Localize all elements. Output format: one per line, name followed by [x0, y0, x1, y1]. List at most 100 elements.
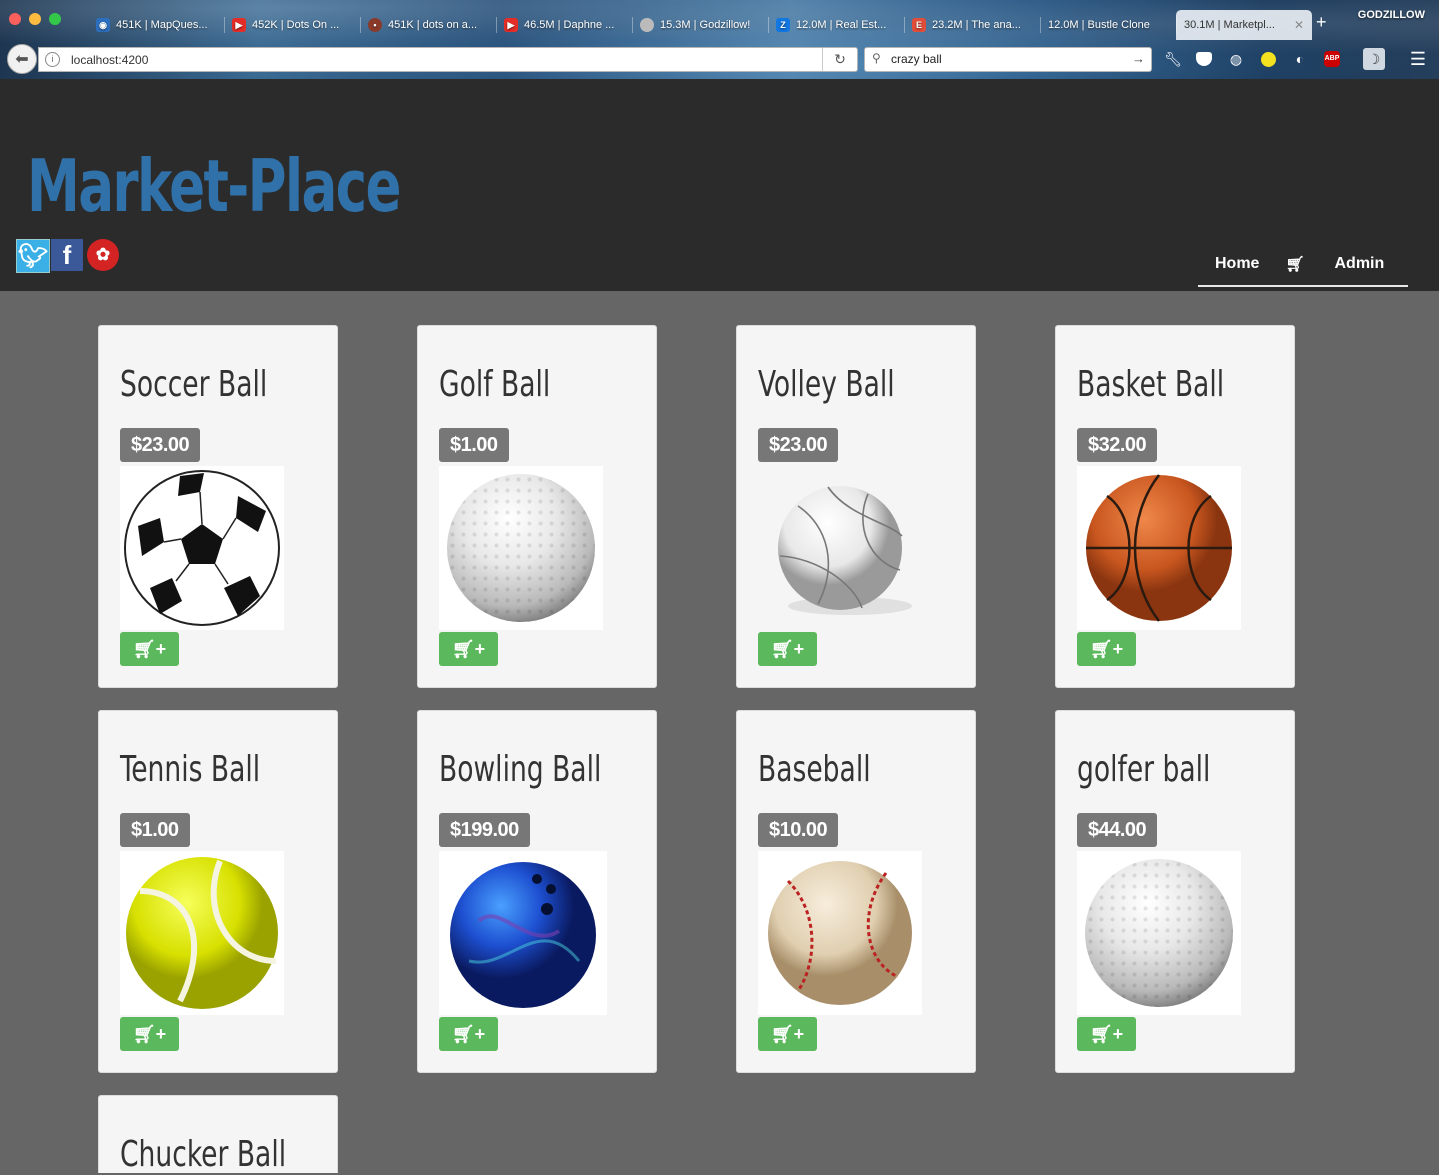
- product-name: Soccer Ball: [120, 364, 268, 405]
- moon-extension-icon[interactable]: ◐: [1289, 48, 1311, 70]
- product-name: Baseball: [758, 749, 871, 790]
- back-arrow-icon: ⬅: [15, 51, 29, 68]
- nav-admin[interactable]: Admin: [1335, 255, 1385, 273]
- product-name: Bowling Ball: [439, 749, 602, 790]
- adblock-icon[interactable]: ABP: [1321, 48, 1343, 70]
- globe-icon[interactable]: ◍: [1225, 48, 1247, 70]
- soccer-ball-image: [120, 466, 284, 630]
- cart-plus-icon: 🛒︎+: [451, 639, 486, 659]
- wrench-icon[interactable]: 🔧︎: [1162, 48, 1184, 70]
- browser-tab[interactable]: E 23.2M | The ana...: [904, 10, 1040, 40]
- ladybug-icon: •: [368, 18, 382, 32]
- site-title[interactable]: Market-Place: [27, 144, 402, 228]
- zoom-window-button[interactable]: [49, 13, 61, 25]
- address-bar[interactable]: i localhost:4200 ↻: [38, 47, 858, 72]
- add-to-cart-button[interactable]: 🛒︎+: [1077, 632, 1136, 666]
- product-name: Chucker Ball: [120, 1134, 287, 1175]
- product-name: Golf Ball: [439, 364, 551, 405]
- product-card: Baseball $10.00 🛒︎+: [736, 710, 976, 1073]
- cart-plus-icon: 🛒︎+: [132, 1024, 167, 1044]
- search-input[interactable]: [889, 51, 1123, 67]
- product-name: Basket Ball: [1077, 364, 1225, 405]
- close-tab-icon[interactable]: ✕: [1294, 18, 1304, 32]
- browser-tab[interactable]: ◉ 451K | MapQues...: [88, 10, 224, 40]
- nav-home[interactable]: Home: [1215, 255, 1259, 273]
- golf-ball-image: [439, 466, 603, 630]
- profile-name[interactable]: GODZILLOW: [1358, 9, 1425, 21]
- product-card: Basket Ball $32.00 🛒︎+: [1055, 325, 1295, 688]
- browser-tab[interactable]: ▶ 452K | Dots On ...: [224, 10, 360, 40]
- yelp-icon[interactable]: ✿: [87, 239, 119, 271]
- price-badge: $32.00: [1077, 428, 1158, 462]
- browser-chrome: ◉ 451K | MapQues... ▶ 452K | Dots On ... •…: [0, 0, 1439, 79]
- reload-icon[interactable]: ↻: [822, 48, 857, 71]
- mapquest-icon: ◉: [96, 18, 110, 32]
- tennis-ball-image: [120, 851, 284, 1015]
- product-name: golfer ball: [1077, 749, 1211, 790]
- search-bar[interactable]: ⚲ →: [864, 47, 1152, 72]
- tab-title: 451K | dots on a...: [388, 19, 478, 31]
- product-card: Soccer Ball $23.00 🛒︎+: [98, 325, 338, 688]
- price-badge: $23.00: [758, 428, 839, 462]
- facebook-icon[interactable]: f: [51, 239, 83, 271]
- volleyball-image: [758, 466, 922, 630]
- basketball-image: [1077, 466, 1241, 630]
- product-name: Tennis Ball: [120, 749, 261, 790]
- browser-tab[interactable]: • 451K | dots on a...: [360, 10, 496, 40]
- browser-tab[interactable]: Z 12.0M | Real Est...: [768, 10, 904, 40]
- cart-plus-icon: 🛒︎+: [1089, 639, 1124, 659]
- tab-title: 15.3M | Godzillow!: [660, 19, 751, 31]
- tab-title: 46.5M | Daphne ...: [524, 19, 615, 31]
- add-to-cart-button[interactable]: 🛒︎+: [1077, 1017, 1136, 1051]
- tab-title: 12.0M | Real Est...: [796, 19, 887, 31]
- add-to-cart-button[interactable]: 🛒︎+: [439, 632, 498, 666]
- twitter-icon[interactable]: 🐦︎: [16, 239, 50, 273]
- baseball-image: [758, 851, 922, 1015]
- golf-ball-image: [1077, 851, 1241, 1015]
- price-badge: $44.00: [1077, 813, 1158, 847]
- cart-icon[interactable]: 🛒︎: [1285, 255, 1304, 273]
- cart-plus-icon: 🛒︎+: [1089, 1024, 1124, 1044]
- menu-icon[interactable]: ☰: [1407, 48, 1429, 70]
- product-card: Tennis Ball $1.00 🛒︎+: [98, 710, 338, 1073]
- minimize-window-button[interactable]: [29, 13, 41, 25]
- cart-plus-icon: 🛒︎+: [451, 1024, 486, 1044]
- pocket-icon[interactable]: [1193, 48, 1215, 70]
- night-mode-icon[interactable]: ☽: [1363, 48, 1385, 70]
- youtube-icon: ▶: [232, 18, 246, 32]
- browser-tab[interactable]: 15.3M | Godzillow!: [632, 10, 768, 40]
- tab-title: 452K | Dots On ...: [252, 19, 340, 31]
- cart-plus-icon: 🛒︎+: [132, 639, 167, 659]
- tab-title: 451K | MapQues...: [116, 19, 208, 31]
- browser-tab[interactable]: 12.0M | Bustle Clone: [1040, 10, 1176, 40]
- new-tab-button[interactable]: +: [1316, 12, 1327, 33]
- cart-plus-icon: 🛒︎+: [770, 639, 805, 659]
- youtube-icon: ▶: [504, 18, 518, 32]
- add-to-cart-button[interactable]: 🛒︎+: [758, 1017, 817, 1051]
- url-text[interactable]: localhost:4200: [71, 53, 148, 67]
- main-nav: Home 🛒︎ Admin: [1198, 243, 1408, 287]
- price-badge: $1.00: [120, 813, 190, 847]
- price-badge: $10.00: [758, 813, 839, 847]
- godzilla-icon: [640, 18, 654, 32]
- extension-icon[interactable]: [1257, 48, 1279, 70]
- info-icon[interactable]: i: [45, 52, 60, 67]
- add-to-cart-button[interactable]: 🛒︎+: [758, 632, 817, 666]
- add-to-cart-button[interactable]: 🛒︎+: [439, 1017, 498, 1051]
- product-card: Bowling Ball $199.00 🛒︎+: [417, 710, 657, 1073]
- add-to-cart-button[interactable]: 🛒︎+: [120, 632, 179, 666]
- ember-icon: E: [912, 18, 926, 32]
- price-badge: $199.00: [439, 813, 530, 847]
- close-window-button[interactable]: [9, 13, 21, 25]
- product-name: Volley Ball: [758, 364, 895, 405]
- browser-tab-active[interactable]: 30.1M | Marketpl... ✕: [1176, 10, 1312, 40]
- search-go-icon[interactable]: →: [1132, 51, 1145, 66]
- price-badge: $1.00: [439, 428, 509, 462]
- back-button[interactable]: ⬅: [7, 44, 37, 74]
- add-to-cart-button[interactable]: 🛒︎+: [120, 1017, 179, 1051]
- product-card: Golf Ball $1.00 🛒︎+: [417, 325, 657, 688]
- site-header: Market-Place 🐦︎ f ✿ Home 🛒︎ Admin: [0, 79, 1439, 291]
- tab-title: 23.2M | The ana...: [932, 19, 1021, 31]
- search-icon: ⚲: [872, 51, 881, 65]
- browser-tab[interactable]: ▶ 46.5M | Daphne ...: [496, 10, 632, 40]
